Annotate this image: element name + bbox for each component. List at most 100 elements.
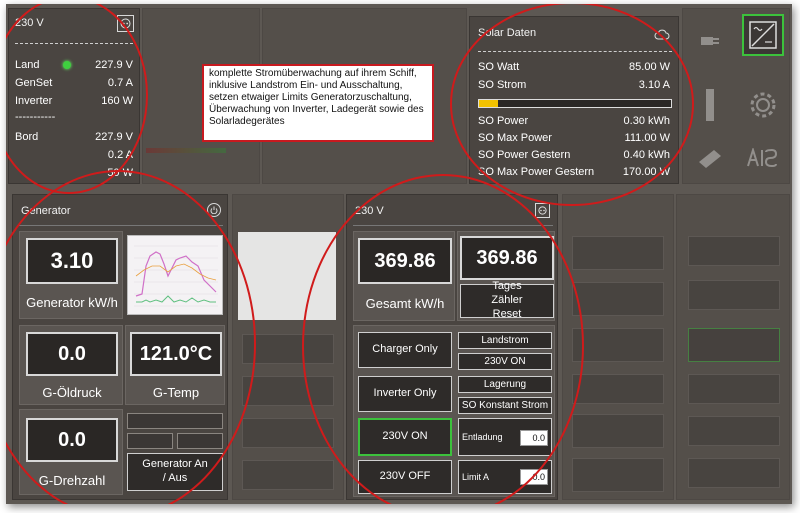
- bord-label: Bord: [15, 131, 39, 143]
- so-watt-value: 85.00 W: [629, 61, 670, 73]
- so-power-gestern-label: SO Power Gestern: [478, 149, 571, 161]
- empty-slot-2: [127, 433, 173, 449]
- cloud-icon: [654, 27, 670, 45]
- generator-kwh-value: 3.10: [26, 238, 118, 284]
- oil-pressure-tile: 0.0 G-Öldruck: [19, 325, 123, 405]
- so-power-gestern-value: 0.40 kWh: [623, 149, 670, 161]
- dim-right2-btn-3: [688, 328, 780, 362]
- solar-panel: Solar Daten SO Watt 85.00 W SO Strom 3.1…: [469, 16, 679, 184]
- temp-tile: 121.0°C G-Temp: [125, 325, 225, 405]
- feature-callout: komplette Stromüberwachung auf ihrem Sch…: [202, 64, 434, 142]
- dim-button-4: [242, 460, 334, 490]
- charger-only-button[interactable]: Charger Only: [358, 332, 452, 368]
- solar-progress-fill: [479, 100, 499, 107]
- solar-panel-icon[interactable]: [694, 142, 726, 174]
- solar-title: Solar Daten: [478, 27, 537, 39]
- callout-text: komplette Stromüberwachung auf ihrem Sch…: [209, 68, 424, 127]
- ac-socket-icon[interactable]: [535, 203, 550, 218]
- ac-panel: 230 V 369.86 Gesamt kW/h 369.86 Tages Zä…: [346, 194, 558, 500]
- temp-label: G-Temp: [152, 384, 200, 400]
- day-counter-value: 369.86: [460, 236, 554, 280]
- dim-right1-btn-4: [572, 374, 664, 404]
- dim-button-2: [242, 376, 334, 406]
- so-max-power-label: SO Max Power: [478, 132, 552, 144]
- limit-input[interactable]: 0.0: [520, 469, 548, 485]
- dim-bar-green: [146, 148, 226, 153]
- dim-white-box: [238, 232, 336, 320]
- inverter-mode-icon[interactable]: [742, 14, 784, 56]
- inverter-label: Inverter: [15, 95, 53, 107]
- battery-icon[interactable]: [698, 84, 722, 126]
- dim-right2-btn-1: [688, 236, 780, 266]
- bord-current: 0.2 A: [107, 149, 133, 161]
- dim-right1-btn-5: [572, 414, 664, 448]
- dim-button-1: [242, 334, 334, 364]
- land-status-icon: [63, 61, 71, 69]
- total-kwh-value: 369.86: [358, 238, 452, 284]
- rpm-label: G-Drehzahl: [38, 472, 106, 488]
- so-konstant-label: SO Konstant Strom: [458, 397, 552, 414]
- entladung-label: Entladung: [462, 432, 503, 442]
- genset-label: GenSet: [15, 77, 53, 89]
- generator-divider: [19, 225, 223, 226]
- status-230v-label: 230V ON: [458, 353, 552, 370]
- app-window: 230 V Land 227.9 V GenSet 0.7 A Inverter…: [6, 4, 792, 504]
- dim-right2-btn-4: [688, 374, 780, 404]
- so-power-value: 0.30 kWh: [623, 115, 670, 127]
- gear-icon[interactable]: [744, 86, 782, 124]
- dim-right2-btn-6: [688, 458, 780, 488]
- lagerung-label: Lagerung: [458, 376, 552, 393]
- ac-divider: [353, 225, 553, 226]
- rpm-value: 0.0: [26, 418, 118, 462]
- so-power-label: SO Power: [478, 115, 529, 127]
- ac-off-button[interactable]: 230V OFF: [358, 460, 452, 494]
- ais-icon[interactable]: [742, 142, 782, 174]
- dim-right1-btn-2: [572, 282, 664, 316]
- generator-panel: Generator 3.10 Generator kW/h 0.0 G-Öldr…: [12, 194, 228, 500]
- plug-icon[interactable]: [696, 26, 724, 54]
- bord-power: 50 W: [107, 167, 133, 179]
- so-max-power-value: 111.00 W: [624, 132, 670, 144]
- generator-title: Generator: [21, 205, 71, 217]
- total-kwh-tile: 369.86 Gesamt kW/h: [353, 231, 455, 321]
- day-counter-tile: 369.86 Tages Zähler Reset: [457, 231, 555, 321]
- entladung-input[interactable]: 0.0: [520, 430, 548, 446]
- generator-kwh-tile: 3.10 Generator kW/h: [19, 231, 123, 319]
- dim-right1-btn-3: [572, 328, 664, 362]
- oil-pressure-value: 0.0: [26, 332, 118, 376]
- total-kwh-label: Gesamt kW/h: [365, 295, 445, 311]
- day-counter-reset-button[interactable]: Tages Zähler Reset: [460, 280, 554, 320]
- so-strom-value: 3.10 A: [638, 79, 670, 91]
- oil-pressure-label: G-Öldruck: [42, 384, 102, 400]
- power-panel-title: 230 V: [15, 17, 44, 29]
- empty-slot-3: [177, 433, 223, 449]
- land-value: 227.9 V: [95, 59, 133, 71]
- so-max-power-gestern-label: SO Max Power Gestern: [478, 166, 595, 178]
- solar-divider: [478, 51, 672, 52]
- ac-on-button[interactable]: 230V ON: [358, 418, 452, 456]
- limit-label: Limit A: [462, 472, 490, 482]
- ac-control-tile: Charger Only Landstrom 230V ON Inverter …: [353, 325, 555, 497]
- bord-voltage: 227.9 V: [95, 131, 133, 143]
- generator-chart-thumbnail[interactable]: [127, 235, 223, 315]
- inverter-only-button[interactable]: Inverter Only: [358, 376, 452, 412]
- power-panel: 230 V Land 227.9 V GenSet 0.7 A Inverter…: [8, 8, 140, 184]
- divider: [15, 43, 133, 44]
- so-watt-label: SO Watt: [478, 61, 520, 73]
- temp-value: 121.0°C: [130, 332, 222, 376]
- dim-right1-btn-1: [572, 236, 664, 270]
- rpm-tile: 0.0 G-Drehzahl: [19, 409, 123, 495]
- land-label: Land: [15, 59, 40, 71]
- so-max-power-gestern-value: 170.00 W: [622, 166, 670, 178]
- genset-value: 0.7 A: [107, 77, 133, 89]
- empty-slot-1: [127, 413, 223, 429]
- so-strom-label: SO Strom: [478, 79, 527, 91]
- ac-title: 230 V: [355, 205, 384, 217]
- dim-right1-btn-6: [572, 458, 664, 492]
- divider-text: -----------: [15, 111, 56, 123]
- socket-icon[interactable]: [117, 15, 134, 32]
- generator-toggle-button[interactable]: Generator An / Aus: [127, 453, 223, 491]
- dim-right2-btn-2: [688, 280, 780, 310]
- power-icon[interactable]: [207, 203, 221, 217]
- dim-button-3: [242, 418, 334, 448]
